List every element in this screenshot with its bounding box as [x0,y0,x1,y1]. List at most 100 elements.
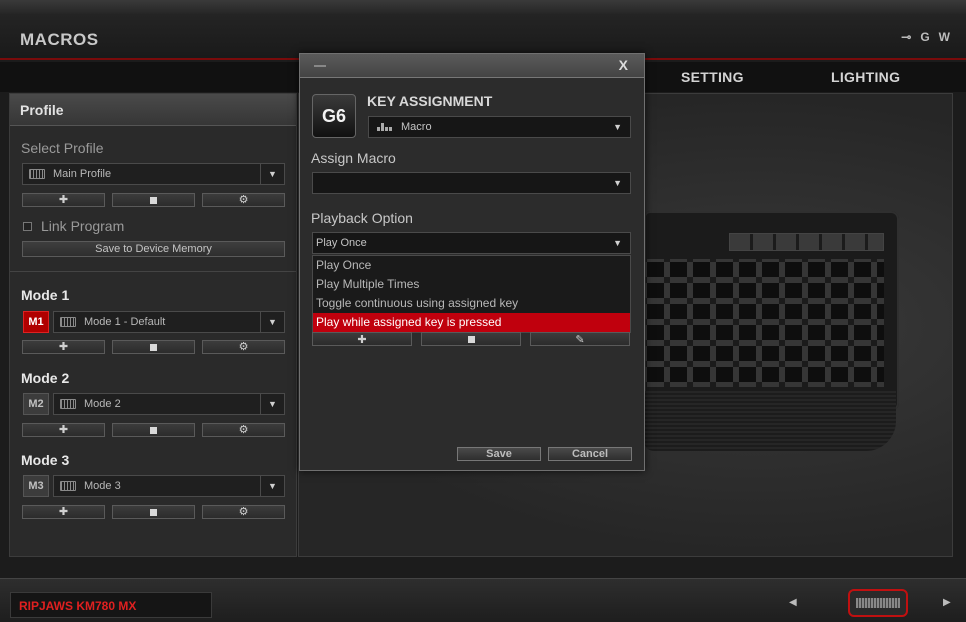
mode-1-badge[interactable]: M1 [23,311,49,333]
profile-settings-button[interactable]: ⚙ [202,193,285,207]
plus-icon: ✚ [58,423,69,436]
mode-3-delete-button[interactable] [112,505,195,519]
chevron-down-icon[interactable]: ▼ [613,122,622,132]
keyboard-keys [644,259,884,387]
close-button[interactable]: X [619,57,628,73]
trash-icon [150,196,157,204]
mode-1-settings-button[interactable]: ⚙ [202,340,285,354]
playback-option-dropdown[interactable]: Play Once ▼ [312,232,631,254]
playback-options-list: Play Once Play Multiple Times Toggle con… [312,255,631,333]
macro-key-strip [729,233,884,251]
select-profile-label: Select Profile [21,140,104,156]
keyboard-icon [29,169,45,179]
save-to-device-memory-button[interactable]: Save to Device Memory [22,241,285,257]
app-title: MACROS [20,30,99,49]
assignment-type-value: Macro [401,121,432,133]
chevron-down-icon[interactable]: ▼ [260,312,284,332]
profile-dropdown-value: Main Profile [53,168,112,180]
mode-1-dropdown[interactable]: Mode 1 - Default ▼ [53,311,285,333]
tab-lighting[interactable]: LIGHTING [831,69,900,85]
mode-3-value: Mode 3 [84,480,121,492]
keyboard-icon [60,481,76,491]
gear-icon: ⚙ [238,340,249,353]
mode-1-title: Mode 1 [21,287,70,303]
save-button[interactable]: Save [457,447,541,461]
bottom-bar: RIPJAWS KM780 MX ◀ ▶ [0,578,966,622]
list-item-selected[interactable]: Play while assigned key is pressed [313,313,630,332]
plus-icon: ✚ [357,333,367,346]
tab-setting[interactable]: SETTING [681,69,744,85]
mode-3-settings-button[interactable]: ⚙ [202,505,285,519]
plus-icon: ✚ [58,505,69,518]
trash-icon [150,426,157,434]
gear-icon: ⚙ [238,193,249,206]
assign-macro-label: Assign Macro [311,150,396,166]
dialog-titlebar: X [300,54,644,78]
delete-macro-button[interactable] [421,332,521,346]
w-icon[interactable]: W [939,30,950,44]
key-icon[interactable]: ⊸ [901,30,911,44]
chevron-down-icon[interactable]: ▼ [260,164,284,184]
mode-2-add-button[interactable]: ✚ [22,423,105,437]
gear-icon: ⚙ [238,505,249,518]
add-profile-button[interactable]: ✚ [22,193,105,207]
pencil-icon: ✎ [575,333,585,346]
mode-1-add-button[interactable]: ✚ [22,340,105,354]
mode-2-badge[interactable]: M2 [23,393,49,415]
chevron-right-icon[interactable]: ▶ [943,597,951,608]
playback-option-label: Playback Option [311,210,413,226]
add-macro-button[interactable]: ✚ [312,332,412,346]
list-item[interactable]: Toggle continuous using assigned key [313,294,630,313]
key-assignment-dialog: X G6 KEY ASSIGNMENT Macro ▼ Assign Macro… [299,53,645,471]
wrist-rest [644,391,896,451]
edit-macro-button[interactable]: ✎ [530,332,630,346]
macro-icon [377,123,392,131]
gear-icon: ⚙ [238,423,249,436]
list-item[interactable]: Play Once [313,256,630,275]
delete-profile-button[interactable] [112,193,195,207]
device-thumbnail[interactable] [848,589,908,617]
link-program-checkbox[interactable] [23,222,32,231]
link-program-label: Link Program [41,218,125,234]
chevron-down-icon[interactable]: ▼ [613,238,622,248]
trash-icon [467,335,475,343]
profile-heading: Profile [10,94,296,126]
mode-3-badge[interactable]: M3 [23,475,49,497]
chevron-left-icon[interactable]: ◀ [789,597,797,608]
mode-2-title: Mode 2 [21,370,70,386]
plus-icon: ✚ [58,193,69,206]
keyboard-icon [60,399,76,409]
chevron-down-icon[interactable]: ▼ [260,476,284,496]
mode-2-value: Mode 2 [84,398,121,410]
assign-macro-dropdown[interactable]: ▼ [312,172,631,194]
trash-icon [150,343,157,351]
playback-option-value: Play Once [316,237,367,249]
g-icon[interactable]: G [920,30,929,44]
keyboard-image[interactable] [644,211,899,451]
chevron-down-icon[interactable]: ▼ [613,178,622,188]
g-key-badge: G6 [312,94,356,138]
cancel-button[interactable]: Cancel [548,447,632,461]
profile-panel: Profile Select Profile Main Profile ▼ ✚ … [9,93,297,557]
profile-dropdown[interactable]: Main Profile ▼ [22,163,285,185]
mode-3-title: Mode 3 [21,452,70,468]
mode-2-settings-button[interactable]: ⚙ [202,423,285,437]
key-assignment-title: KEY ASSIGNMENT [367,93,493,109]
trash-icon [150,508,157,516]
header-icons: ⊸ G W [901,30,950,44]
mode-1-delete-button[interactable] [112,340,195,354]
list-item[interactable]: Play Multiple Times [313,275,630,294]
mode-3-dropdown[interactable]: Mode 3 ▼ [53,475,285,497]
device-name: RIPJAWS KM780 MX [10,592,212,618]
top-strip [0,0,966,14]
mode-2-delete-button[interactable] [112,423,195,437]
mode-2-dropdown[interactable]: Mode 2 ▼ [53,393,285,415]
keyboard-icon [60,317,76,327]
minimize-icon[interactable] [314,65,326,67]
chevron-down-icon[interactable]: ▼ [260,394,284,414]
mode-1-value: Mode 1 - Default [84,316,166,328]
mode-3-add-button[interactable]: ✚ [22,505,105,519]
plus-icon: ✚ [58,340,69,353]
assignment-type-dropdown[interactable]: Macro ▼ [368,116,631,138]
divider [10,271,296,272]
